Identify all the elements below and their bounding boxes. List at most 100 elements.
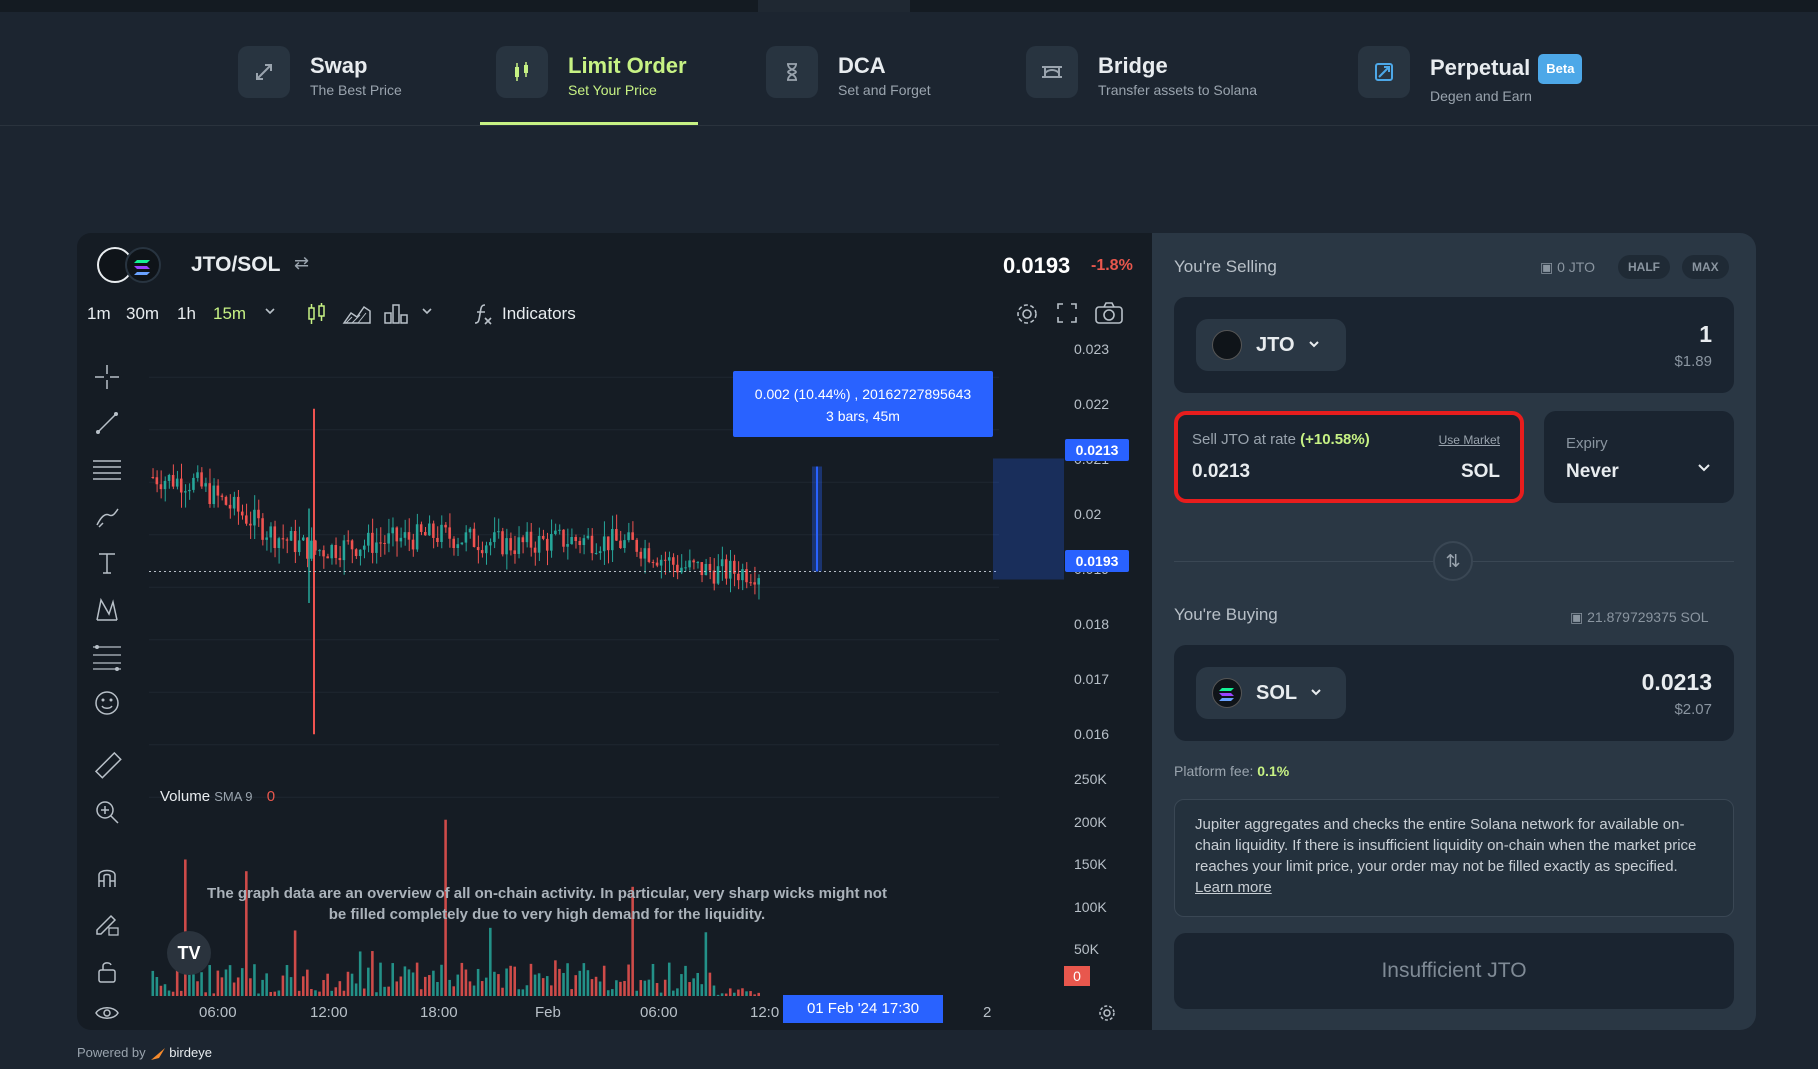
brush-icon[interactable] xyxy=(91,501,123,533)
candle-body xyxy=(489,542,492,546)
volume-bar xyxy=(651,963,655,996)
rate-value-input[interactable]: 0.0213 xyxy=(1192,461,1250,483)
pattern-icon[interactable] xyxy=(91,594,123,626)
max-button[interactable]: MAX xyxy=(1682,255,1729,279)
chevron-down-icon xyxy=(1309,685,1323,702)
timeframe-1h[interactable]: 1h xyxy=(177,304,196,324)
volume-bar xyxy=(216,970,220,996)
buy-token-box: SOL 0.0213 $2.07 xyxy=(1174,645,1734,741)
chevron-down-icon[interactable] xyxy=(420,303,434,323)
settings-gear-icon[interactable] xyxy=(1014,301,1040,332)
tab-dca[interactable]: DCA Set and Forget xyxy=(766,32,931,124)
candle-body xyxy=(533,547,537,553)
candle-body xyxy=(448,527,451,539)
submit-button[interactable]: Insufficient JTO xyxy=(1174,933,1734,1009)
sell-amount-input[interactable]: 1 xyxy=(1699,321,1712,348)
candle-body xyxy=(484,545,488,554)
y-tick: 250K xyxy=(1074,771,1107,787)
volume-bar xyxy=(411,972,415,996)
unlock-icon[interactable] xyxy=(91,955,123,987)
tab-bridge[interactable]: Bridge Transfer assets to Solana xyxy=(1026,32,1257,124)
horizontal-lines-icon[interactable] xyxy=(91,454,123,486)
chevron-down-icon[interactable] xyxy=(263,303,277,323)
magnet-icon[interactable] xyxy=(91,861,123,893)
candle-body xyxy=(606,536,610,551)
volume-bar xyxy=(517,989,521,996)
volume-bar xyxy=(310,989,313,996)
half-button[interactable]: HALF xyxy=(1618,255,1670,279)
candle-body xyxy=(346,540,350,542)
sell-usd-value: $1.89 xyxy=(1674,353,1712,370)
candle-body xyxy=(232,496,236,509)
bar-chart-icon[interactable] xyxy=(383,301,409,332)
rate-input-box[interactable]: Sell JTO at rate (+10.58%) Use Market 0.… xyxy=(1174,411,1524,503)
expiry-select[interactable]: Expiry Never xyxy=(1544,411,1734,503)
candle-body xyxy=(537,535,541,553)
volume-bar xyxy=(367,967,370,996)
crosshair-icon[interactable] xyxy=(91,361,123,393)
volume-bar xyxy=(684,965,687,996)
indicators-button[interactable]: Indicators xyxy=(502,304,576,324)
fib-icon[interactable] xyxy=(91,641,123,673)
sol-logo-icon xyxy=(125,247,161,283)
tooltip-line: 3 bars, 45m xyxy=(826,408,900,424)
candle-body xyxy=(545,538,549,551)
invert-pair-icon[interactable]: ⇄ xyxy=(294,253,309,274)
area-chart-icon[interactable] xyxy=(342,301,372,332)
volume-bar xyxy=(590,979,594,996)
timeframe-15m[interactable]: 15m xyxy=(213,304,246,324)
buy-token-selector[interactable]: SOL xyxy=(1196,667,1346,719)
candle-body xyxy=(196,472,199,478)
volume-bar xyxy=(749,991,752,996)
eye-icon[interactable] xyxy=(91,997,123,1029)
swap-direction-icon[interactable]: ⇅ xyxy=(1433,541,1473,581)
volume-bar xyxy=(700,984,704,996)
emoji-icon[interactable] xyxy=(91,687,123,719)
tab-swap[interactable]: Swap The Best Price xyxy=(238,32,402,124)
volume-zero-tag: 0 xyxy=(1064,966,1090,986)
lock-drawing-icon[interactable] xyxy=(91,908,123,940)
timeframe-30m[interactable]: 30m xyxy=(126,304,159,324)
ruler-icon[interactable] xyxy=(91,749,123,781)
volume-legend: Volume SMA 9 0 xyxy=(160,788,275,805)
jto-token-icon xyxy=(1212,330,1242,360)
candles-icon[interactable] xyxy=(306,301,328,332)
sell-token-selector[interactable]: JTO xyxy=(1196,319,1346,371)
volume-bar xyxy=(334,987,338,996)
candle-body xyxy=(240,511,244,516)
tab-limit-order[interactable]: Limit Order Set Your Price xyxy=(496,32,687,124)
measure-tooltip: 0.002 (10.44%) , 20162727895643 3 bars, … xyxy=(733,371,993,437)
candle-body xyxy=(700,562,704,576)
camera-icon[interactable] xyxy=(1094,301,1124,330)
powered-by[interactable]: Powered by birdeye xyxy=(77,1045,212,1062)
trend-line-icon[interactable] xyxy=(91,407,123,439)
axis-settings-icon[interactable] xyxy=(1097,1003,1117,1028)
candle-body xyxy=(399,537,403,542)
fullscreen-icon[interactable] xyxy=(1055,301,1079,330)
volume-bar xyxy=(676,988,679,996)
candle-body xyxy=(724,559,728,579)
candle-body xyxy=(464,532,468,543)
candle-body xyxy=(623,540,626,549)
candle-body xyxy=(631,532,634,540)
volume-bar xyxy=(208,965,211,996)
buy-usd-value: $2.07 xyxy=(1674,701,1712,718)
volume-bar xyxy=(456,974,460,996)
tradingview-logo[interactable]: TV xyxy=(167,931,211,975)
candle-body xyxy=(627,532,630,541)
candle-body xyxy=(367,532,370,546)
tab-subtitle: Degen and Earn xyxy=(1430,88,1532,104)
text-tool-icon[interactable] xyxy=(91,547,123,579)
candle-body xyxy=(562,529,565,547)
timeframe-1m[interactable]: 1m xyxy=(87,304,111,324)
candle-body xyxy=(521,537,525,543)
learn-more-link[interactable]: Learn more xyxy=(1195,879,1272,896)
volume-bar xyxy=(232,982,236,996)
volume-bar xyxy=(297,990,301,996)
tab-perpetual[interactable]: Perpetual Beta Degen and Earn xyxy=(1358,32,1583,124)
candle-body xyxy=(322,550,325,557)
use-market-link[interactable]: Use Market xyxy=(1439,433,1500,447)
volume-bar xyxy=(655,983,659,996)
limit-order-icon xyxy=(496,46,548,98)
zoom-in-icon[interactable] xyxy=(91,796,123,828)
